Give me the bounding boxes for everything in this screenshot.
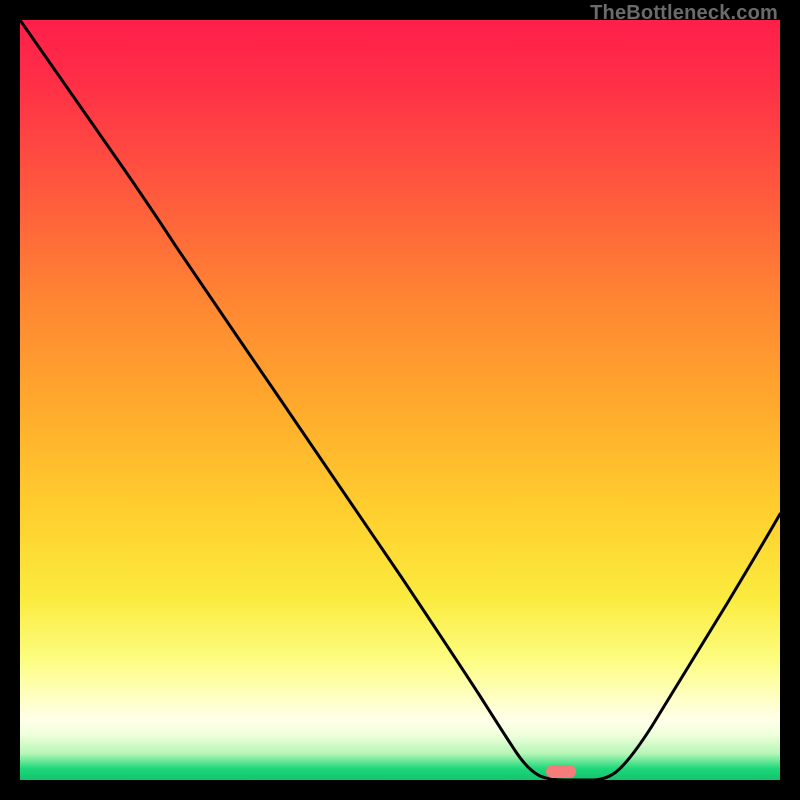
- chart-frame: [0, 0, 800, 800]
- watermark-text: TheBottleneck.com: [590, 2, 778, 25]
